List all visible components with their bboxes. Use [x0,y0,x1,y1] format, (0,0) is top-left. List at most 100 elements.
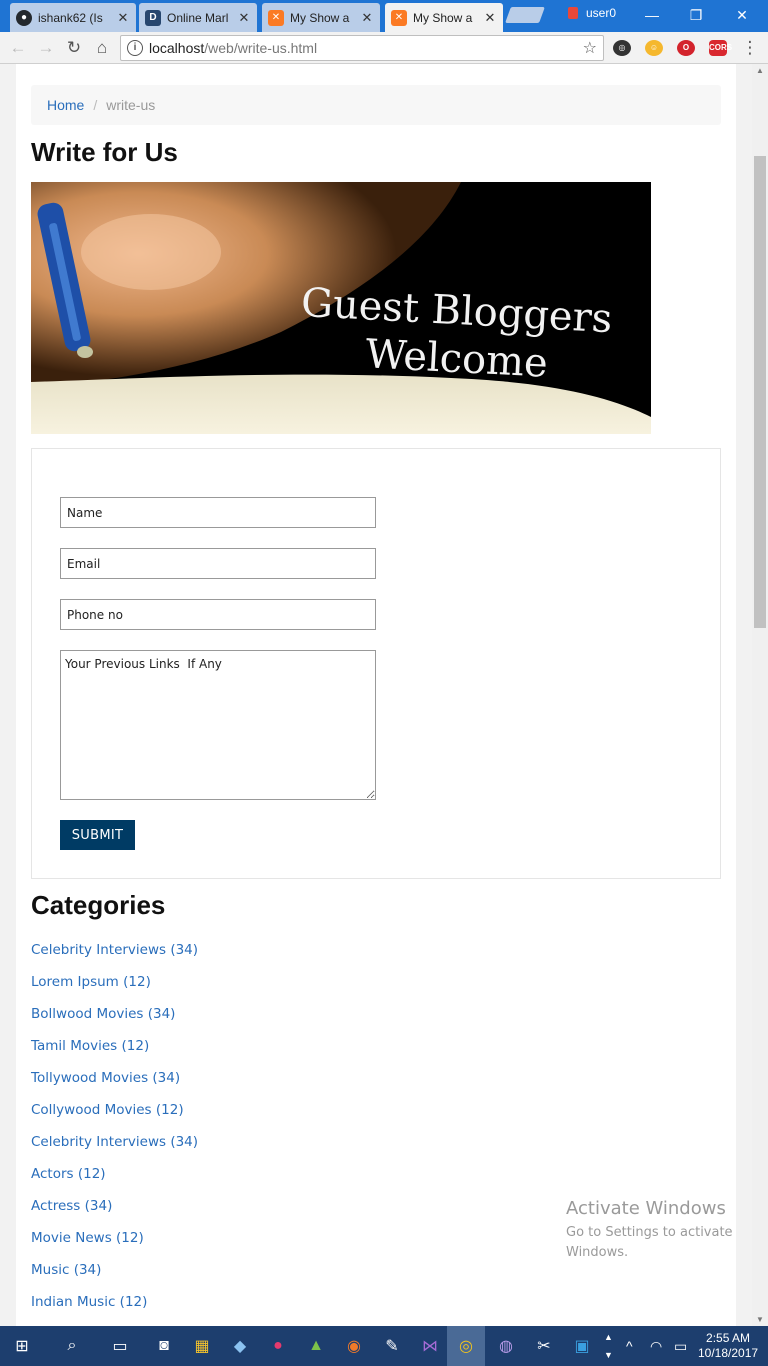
scroll-down-arrow-icon[interactable]: ▼ [756,1315,764,1324]
camera-app-icon[interactable]: ◙ [152,1334,176,1358]
category-link[interactable]: Movie News (12) [31,1230,198,1262]
taskbar-scroll-up-icon[interactable]: ▲ [604,1332,613,1342]
battery-icon[interactable]: ▭ [674,1338,687,1355]
close-icon[interactable]: ✕ [483,10,497,26]
clock-date: 10/18/2017 [698,1346,759,1360]
category-link[interactable]: Collywood Movies (12) [31,1102,198,1134]
category-link[interactable]: Indian Music (12) [31,1294,198,1326]
clock-time: 2:55 AM [706,1331,751,1345]
watermark-title: Activate Windows [566,1198,726,1219]
tab-label: Online Marl [167,10,229,25]
browser-tab[interactable]: D Online Marl ✕ [139,3,257,32]
github-icon: ● [16,9,32,26]
minimize-button[interactable]: — [632,4,672,26]
close-window-button[interactable]: ✕ [722,4,762,26]
browser-tab[interactable]: ● ishank62 (Is ✕ [10,3,136,32]
windows-start-icon[interactable]: ⊞ [10,1334,34,1358]
forward-arrow-icon[interactable]: → [36,38,56,58]
category-link[interactable]: Tollywood Movies (34) [31,1070,198,1102]
tab-label: My Show a [290,10,350,25]
tab-label: ishank62 (Is [38,10,103,25]
breadcrumb-current: write-us [106,97,156,113]
watermark-line: Go to Settings to activate [566,1225,733,1240]
banner-line-2: Welcome [364,331,549,386]
name-field[interactable] [60,497,376,528]
banner-illustration: Guest Bloggers Welcome [31,182,651,434]
categories-heading: Categories [31,890,166,920]
guest-bloggers-banner-image: Guest Bloggers Welcome [31,182,651,434]
category-link[interactable]: Celebrity Interviews (34) [31,1134,198,1166]
tab-label: My Show a [413,10,473,25]
category-link[interactable]: Celebrity Interviews (34) [31,942,198,974]
remote-app-icon[interactable]: ▣ [570,1334,594,1358]
submit-button[interactable]: SUBMIT [60,820,135,850]
vertical-scrollbar[interactable]: ▲ ▼ [752,64,768,1326]
android-studio-icon[interactable]: ▲ [304,1334,328,1358]
email-field[interactable] [60,548,376,579]
category-link[interactable]: Bollwood Movies (34) [31,1006,198,1038]
browser-tab-strip: ● ishank62 (Is ✕ D Online Marl ✕ ✕ My Sh… [0,0,768,32]
category-link[interactable]: Actress (34) [31,1198,198,1230]
browser-tab-active[interactable]: ✕ My Show a ✕ [385,3,503,32]
wifi-icon[interactable]: ◠ [650,1338,662,1355]
phone-field[interactable] [60,599,376,630]
breadcrumb-home-link[interactable]: Home [47,97,84,113]
scroll-up-arrow-icon[interactable]: ▲ [756,66,764,75]
url-path: /web/write-us.html [204,40,318,56]
vpn-app-icon[interactable]: ◍ [494,1334,518,1358]
cors-icon[interactable]: CORS [709,40,732,56]
new-tab-button[interactable] [505,7,545,23]
tiles-app-icon[interactable]: ▦ [190,1334,214,1358]
profile-button[interactable]: user0 [568,6,616,20]
menu-icon[interactable]: ⋮ [740,38,760,58]
home-icon[interactable]: ⌂ [92,38,112,58]
write-us-form: SUBMIT [31,448,721,879]
emoji-extension-icon[interactable]: ☺ [645,40,663,56]
restore-button[interactable]: ❐ [676,4,716,26]
browser-tab[interactable]: ✕ My Show a ✕ [262,3,380,32]
xampp-icon: ✕ [268,9,284,26]
visual-studio-icon[interactable]: ⋈ [418,1334,442,1358]
taskbar-clock[interactable]: 2:55 AM 10/18/2017 [698,1331,758,1361]
page-viewport: Home / write-us Write for Us Guest Blogg… [0,64,752,1326]
extension-icon[interactable]: ◎ [613,40,631,56]
previous-links-textarea[interactable] [60,650,376,800]
d-icon: D [145,9,161,26]
category-link[interactable]: Lorem Ipsum (12) [31,974,198,1006]
taskbar-scroll-down-icon[interactable]: ▼ [604,1350,613,1360]
page-title: Write for Us [31,137,178,167]
category-link[interactable]: Actors (12) [31,1166,198,1198]
back-arrow-icon[interactable]: ← [8,38,28,58]
search-icon[interactable]: ⌕ [60,1334,84,1358]
categories-list: Celebrity Interviews (34) Lorem Ipsum (1… [31,942,198,1326]
close-icon[interactable]: ✕ [360,10,374,26]
snipping-tool-icon[interactable]: ✂ [532,1334,556,1358]
task-view-icon[interactable]: ▭ [108,1334,132,1358]
firefox-icon[interactable]: ◉ [342,1334,366,1358]
xampp-icon: ✕ [391,9,407,26]
profile-icon [568,7,578,19]
watermark-line: Windows. [566,1245,629,1260]
category-link[interactable]: Music (34) [31,1262,198,1294]
opera-icon[interactable]: O [677,40,695,56]
editor-app-icon[interactable]: ✎ [380,1334,404,1358]
address-bar[interactable]: i localhost /web/write-us.html ☆ [120,35,604,61]
windows-taskbar: ⊞ ⌕ ▭ ◙ ▦ ◆ ● ▲ ◉ ✎ ⋈ ◎ ◍ ✂ ▣ ▲ ▼ ^ ◠ ▭ … [0,1326,768,1366]
category-link[interactable]: Tamil Movies (12) [31,1038,198,1070]
reload-icon[interactable]: ↻ [64,38,84,58]
close-icon[interactable]: ✕ [237,10,251,26]
profile-name: user0 [586,6,617,20]
star-icon[interactable]: ☆ [583,38,597,58]
url-host: localhost [149,40,205,56]
activate-windows-watermark: Activate Windows Go to Settings to activ… [566,1198,733,1263]
cube-app-icon[interactable]: ◆ [228,1334,252,1358]
browser-toolbar: ← → ↻ ⌂ i localhost /web/write-us.html ☆… [0,32,768,64]
info-icon[interactable]: i [127,40,143,56]
breadcrumb-separator: / [93,97,98,113]
chrome-icon[interactable]: ◎ [454,1334,478,1358]
close-icon[interactable]: ✕ [116,10,130,26]
flickr-app-icon[interactable]: ● [266,1334,290,1358]
show-hidden-icons-icon[interactable]: ^ [626,1338,633,1354]
breadcrumb: Home / write-us [31,85,721,125]
scrollbar-thumb[interactable] [754,156,766,628]
